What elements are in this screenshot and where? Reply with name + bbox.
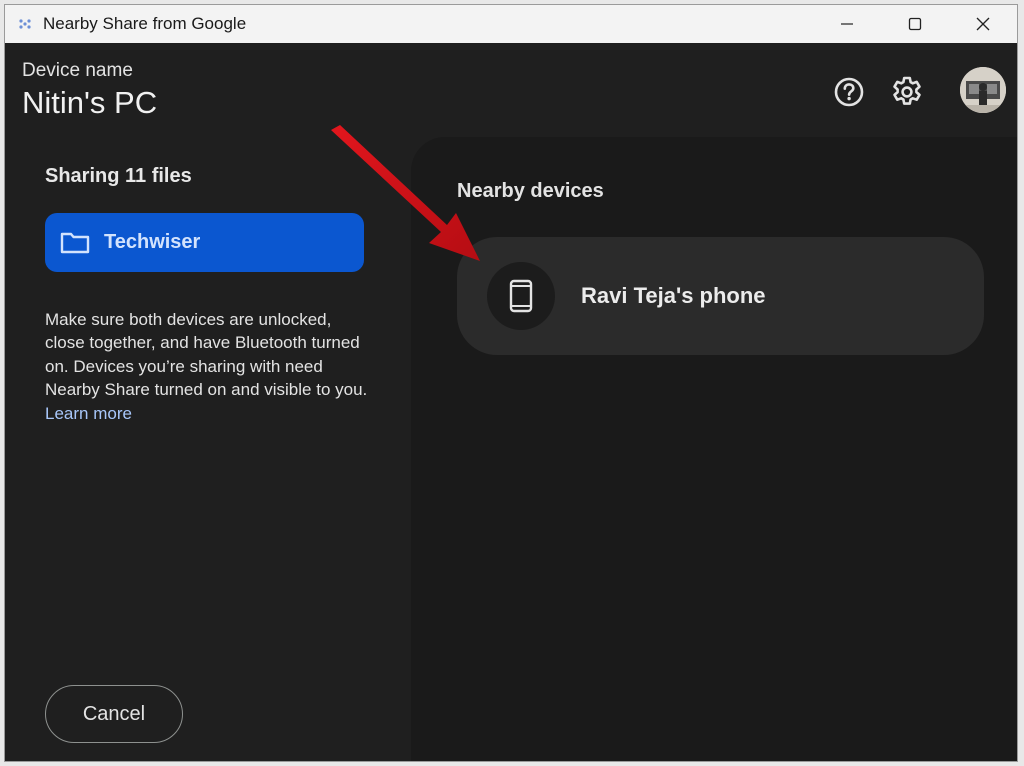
folder-icon [60, 231, 90, 255]
nearby-devices-title: Nearby devices [457, 180, 604, 202]
help-icon [834, 77, 864, 107]
maximize-icon [908, 17, 922, 31]
shared-file-name: Techwiser [104, 231, 201, 253]
gear-icon [893, 76, 921, 105]
title-bar: Nearby Share from Google [5, 5, 1017, 43]
sharing-title: Sharing 11 files [45, 165, 192, 187]
help-button[interactable] [831, 74, 867, 110]
device-icon-container [487, 262, 555, 330]
device-card-name: Ravi Teja's phone [581, 283, 766, 308]
info-message: Make sure both devices are unlocked, clo… [45, 310, 368, 400]
cancel-button[interactable]: Cancel [45, 685, 183, 743]
app-window: Nearby Share from Google Device name Nit… [4, 4, 1018, 762]
device-name-label: Device name [22, 60, 133, 81]
nearby-share-app-icon [17, 16, 33, 32]
info-text: Make sure both devices are unlocked, clo… [45, 308, 375, 425]
window-controls [813, 5, 1017, 43]
device-card[interactable]: Ravi Teja's phone [457, 237, 984, 355]
nearby-devices-panel: Nearby devices Ravi Teja's phone [411, 137, 1017, 761]
phone-icon [509, 279, 533, 313]
shared-file-chip: Techwiser [45, 213, 364, 272]
close-button[interactable] [949, 5, 1017, 43]
maximize-button[interactable] [881, 5, 949, 43]
settings-button[interactable] [889, 74, 925, 110]
minimize-icon [841, 23, 853, 25]
device-name: Nitin's PC [22, 85, 158, 120]
close-icon [976, 17, 990, 31]
avatar[interactable] [960, 67, 1006, 113]
minimize-button[interactable] [813, 5, 881, 43]
window-title: Nearby Share from Google [43, 14, 247, 33]
learn-more-link[interactable]: Learn more [45, 404, 132, 423]
